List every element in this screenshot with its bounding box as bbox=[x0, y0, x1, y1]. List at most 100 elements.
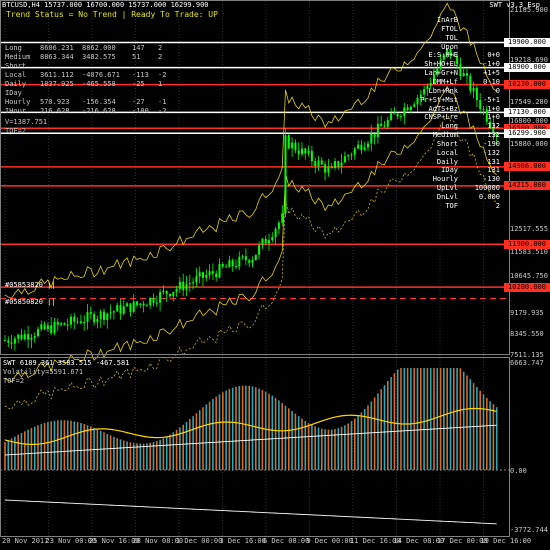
right-row-label: Long bbox=[441, 122, 458, 131]
time-tick: 3 Dec 16:00 bbox=[219, 537, 266, 545]
trend-status: Trend Status = No Trend | Ready To Trade… bbox=[6, 10, 218, 19]
candle-body bbox=[109, 312, 112, 314]
grid bbox=[4, 1, 484, 536]
right-row-value: 0-10 bbox=[483, 77, 500, 86]
left-row-v4: 1 bbox=[158, 80, 163, 88]
candle-body bbox=[53, 322, 56, 334]
candle-body bbox=[360, 144, 363, 151]
left-row-v1: 3611.112 bbox=[40, 71, 74, 79]
candle-body bbox=[215, 273, 218, 278]
right-row-value: +1+5 bbox=[483, 69, 500, 78]
level-label: 19900.000 bbox=[504, 37, 550, 47]
right-row-value: 1+0 bbox=[487, 113, 500, 122]
candle-body bbox=[403, 107, 406, 117]
time-tick: 19 Dec 16:00 bbox=[480, 537, 532, 545]
candle-body bbox=[353, 148, 356, 155]
candle-body bbox=[244, 256, 247, 261]
candle-body bbox=[393, 113, 396, 115]
candle-body bbox=[116, 305, 119, 312]
candle-body bbox=[43, 324, 46, 329]
candle-body bbox=[367, 143, 369, 148]
right-row-value: -190 bbox=[483, 139, 500, 148]
candle-body bbox=[159, 292, 162, 303]
candle-body bbox=[258, 245, 261, 255]
right-row-label: IDay bbox=[441, 166, 458, 175]
right-row-value: 1+0 bbox=[487, 104, 500, 113]
right-row-label: Daily bbox=[436, 157, 458, 166]
right-row-label: CNSP+Lre bbox=[424, 113, 458, 122]
sub-axis-bottom: -3772.744 bbox=[510, 526, 548, 534]
candle-body bbox=[202, 272, 204, 278]
candle-body bbox=[317, 160, 320, 167]
level-label: 14966.000 bbox=[504, 162, 550, 172]
candle-body bbox=[277, 222, 280, 229]
candle-body bbox=[93, 314, 96, 323]
left-row-v2: -216.628 bbox=[82, 107, 116, 115]
candle-body bbox=[188, 283, 191, 285]
candle-body bbox=[73, 316, 76, 322]
candle-body bbox=[27, 334, 30, 340]
candle-body bbox=[4, 340, 6, 342]
candle-body bbox=[66, 324, 69, 326]
right-row-label: InArB bbox=[436, 16, 458, 24]
candle-body bbox=[50, 325, 53, 334]
left-row-v3: -100 bbox=[132, 107, 149, 115]
right-row-value: 131 bbox=[487, 166, 500, 175]
candle-body bbox=[390, 113, 393, 121]
candle-body bbox=[33, 336, 36, 338]
left-row-v3: -113 bbox=[132, 71, 149, 79]
candle-body bbox=[416, 97, 419, 105]
candle-body bbox=[271, 237, 274, 241]
price-tick: 10645.750 bbox=[510, 271, 548, 280]
candle-body bbox=[76, 321, 79, 323]
candle-body bbox=[235, 265, 237, 267]
right-row-label: Sh+HO+EL bbox=[424, 60, 458, 69]
osc-lower bbox=[4, 499, 497, 525]
left-extra: V=1387.751 bbox=[5, 118, 48, 126]
candle-body bbox=[251, 260, 254, 263]
candle-body bbox=[211, 271, 214, 274]
price-tick: 12517.555 bbox=[510, 224, 548, 233]
right-row-label: Lbn+Rnk bbox=[428, 86, 458, 95]
candle-body bbox=[56, 322, 59, 325]
right-row-value: 131 bbox=[487, 157, 500, 166]
candle-body bbox=[469, 75, 472, 91]
candle-body bbox=[373, 133, 376, 137]
candle-body bbox=[165, 290, 168, 295]
candle-body bbox=[152, 297, 155, 303]
candle-body bbox=[221, 263, 224, 267]
chart-window[interactable]: BTCUSD,H4 15737.000 16700.000 15737.000 … bbox=[0, 0, 550, 550]
candle-body bbox=[10, 342, 13, 344]
right-row-label: Lan+Gr+N bbox=[424, 69, 458, 78]
candle-body bbox=[400, 116, 402, 118]
candle-body bbox=[462, 73, 465, 77]
right-row-value: -132 bbox=[483, 148, 500, 157]
left-row-label: Local bbox=[5, 71, 27, 79]
candle-body bbox=[479, 100, 482, 109]
candle-body bbox=[307, 150, 310, 154]
left-marker: #05850820 || bbox=[5, 298, 56, 306]
candle-body bbox=[314, 161, 317, 167]
candle-body bbox=[149, 297, 152, 306]
lower-envelope bbox=[4, 85, 497, 383]
osc-signal bbox=[4, 424, 497, 456]
right-row-value: 0 bbox=[495, 86, 500, 95]
right-row-value: -130 bbox=[483, 175, 500, 184]
candle-body bbox=[363, 147, 366, 151]
candle-body bbox=[172, 292, 175, 297]
left-row-v3: -25 bbox=[132, 80, 145, 88]
left-row-v1: 8863.344 bbox=[40, 53, 74, 61]
candle-body bbox=[254, 254, 257, 261]
candle-body bbox=[475, 88, 478, 101]
level-label: 17130.000 bbox=[504, 107, 550, 117]
candle-body bbox=[23, 334, 26, 340]
candle-body bbox=[340, 162, 343, 167]
candle-body bbox=[37, 329, 39, 337]
candle-body bbox=[376, 123, 379, 137]
time-tick: 20 Nov 2017 bbox=[2, 537, 49, 545]
candle-body bbox=[472, 88, 475, 91]
candle-body bbox=[409, 106, 412, 111]
price-tick: 17549.280 bbox=[510, 97, 548, 106]
candle-body bbox=[30, 337, 33, 340]
time-tick: 6 Dec 08:00 bbox=[263, 537, 310, 545]
